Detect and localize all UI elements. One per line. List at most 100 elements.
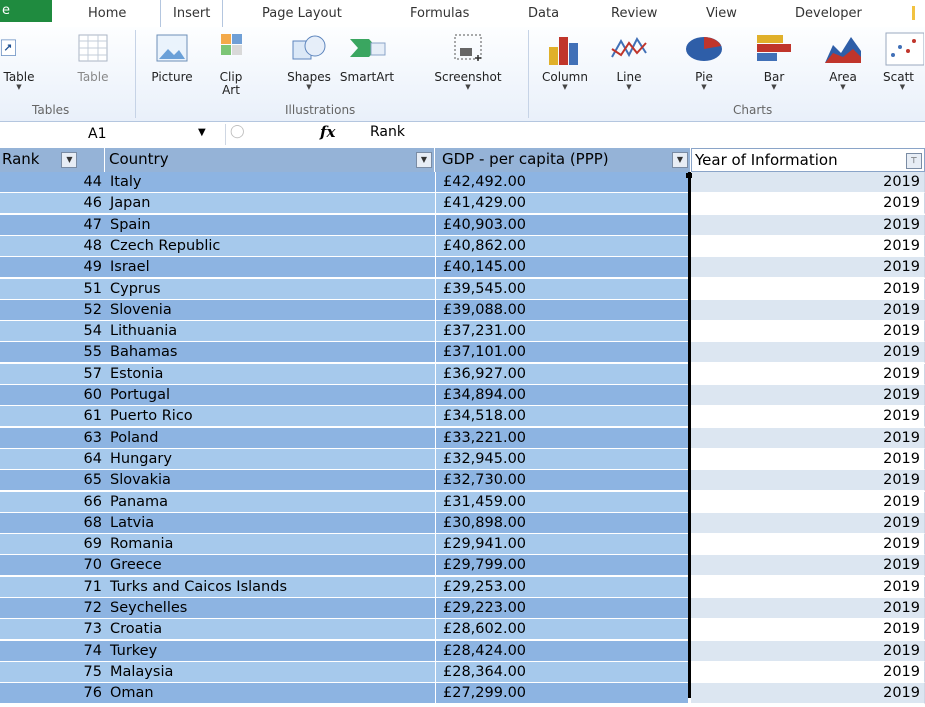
table-row[interactable]: 75 Malaysia £28,364.00 2019 (0, 661, 925, 683)
cell-year[interactable]: 2019 (691, 214, 925, 236)
cell-rank[interactable]: 48 (0, 235, 106, 257)
cell-year[interactable]: 2019 (691, 257, 925, 279)
cell-rank[interactable]: 74 (0, 640, 106, 662)
name-box[interactable]: A1 ▼ (0, 124, 226, 145)
table-row[interactable]: 64 Hungary £32,945.00 2019 (0, 448, 925, 470)
cell-year[interactable]: 2019 (691, 172, 925, 193)
cell-year[interactable]: 2019 (691, 661, 925, 683)
cell-country[interactable]: Czech Republic (106, 235, 436, 257)
cell-rank[interactable]: 68 (0, 512, 106, 534)
header-year[interactable]: Year of Information ⊤ (691, 148, 925, 172)
cell-country[interactable]: Croatia (106, 619, 436, 641)
cell-rank[interactable]: 69 (0, 534, 106, 556)
table-row[interactable]: 54 Lithuania £37,231.00 2019 (0, 321, 925, 343)
table-row[interactable]: 74 Turkey £28,424.00 2019 (0, 640, 925, 662)
cell-country[interactable]: Lithuania (106, 321, 436, 343)
pie-chart-button[interactable]: Pie ▼ (678, 31, 730, 91)
chevron-down-icon[interactable]: ▼ (198, 127, 206, 138)
tab-view[interactable]: View (706, 6, 737, 21)
cell-gdp[interactable]: £42,492.00 (435, 172, 688, 193)
table-row[interactable]: 63 Poland £33,221.00 2019 (0, 427, 925, 449)
filter-active-icon[interactable]: ⊤ (906, 153, 922, 169)
table-row[interactable]: 71 Turks and Caicos Islands £29,253.00 2019 (0, 576, 925, 598)
filter-dropdown-icon[interactable]: ▼ (672, 152, 688, 168)
table-button[interactable]: Table (67, 31, 119, 84)
cell-year[interactable]: 2019 (691, 683, 925, 705)
tab-formulas[interactable]: Formulas (410, 6, 469, 21)
cell-gdp[interactable]: £39,088.00 (435, 299, 688, 321)
table-row[interactable]: 68 Latvia £30,898.00 2019 (0, 512, 925, 534)
cell-rank[interactable]: 63 (0, 427, 106, 449)
cell-year[interactable]: 2019 (691, 427, 925, 449)
table-row[interactable]: 72 Seychelles £29,223.00 2019 (0, 598, 925, 619)
tab-insert[interactable]: Insert (160, 0, 224, 28)
cell-country[interactable]: Puerto Rico (106, 406, 436, 428)
filter-dropdown-icon[interactable]: ▼ (61, 151, 78, 168)
cell-country[interactable]: Israel (106, 257, 436, 279)
cell-rank[interactable]: 52 (0, 299, 106, 321)
cell-rank[interactable]: 65 (0, 470, 106, 492)
cell-gdp[interactable]: £28,602.00 (435, 619, 688, 641)
table-row[interactable]: 52 Slovenia £39,088.00 2019 (0, 299, 925, 321)
tab-review[interactable]: Review (611, 6, 657, 21)
cell-country[interactable]: Turkey (106, 640, 436, 662)
cell-gdp[interactable]: £40,903.00 (435, 214, 688, 236)
clip-art-button[interactable]: Clip Art (211, 31, 251, 97)
cell-gdp[interactable]: £29,253.00 (435, 576, 688, 598)
cell-gdp[interactable]: £29,941.00 (435, 534, 688, 556)
cell-year[interactable]: 2019 (691, 491, 925, 513)
cell-country[interactable]: Hungary (106, 448, 436, 470)
cell-gdp[interactable]: £33,221.00 (435, 427, 688, 449)
table-row[interactable]: 57 Estonia £36,927.00 2019 (0, 363, 925, 385)
cell-gdp[interactable]: £40,862.00 (435, 235, 688, 257)
cell-rank[interactable]: 64 (0, 448, 106, 470)
cell-country[interactable]: Seychelles (106, 598, 436, 619)
header-gdp[interactable]: GDP - per capita (PPP) ▼ (435, 148, 691, 172)
cell-year[interactable]: 2019 (691, 598, 925, 619)
smartart-button[interactable]: SmartArt (332, 31, 402, 84)
tab-file[interactable]: e (0, 0, 52, 22)
cell-rank[interactable]: 55 (0, 342, 106, 364)
cell-year[interactable]: 2019 (691, 193, 925, 215)
cell-rank[interactable]: 70 (0, 555, 106, 577)
cell-year[interactable]: 2019 (691, 576, 925, 598)
cell-rank[interactable]: 47 (0, 214, 106, 236)
cell-rank[interactable]: 73 (0, 619, 106, 641)
tab-page-layout[interactable]: Page Layout (262, 6, 342, 21)
cell-rank[interactable]: 54 (0, 321, 106, 343)
column-chart-button[interactable]: Column ▼ (536, 31, 594, 91)
cell-country[interactable]: Slovakia (106, 470, 436, 492)
selection-handle[interactable] (686, 173, 692, 178)
tab-home[interactable]: Home (88, 6, 126, 21)
cell-country[interactable]: Cyprus (106, 278, 436, 300)
cell-gdp[interactable]: £27,299.00 (435, 683, 688, 705)
cell-year[interactable]: 2019 (691, 470, 925, 492)
table-row[interactable]: 51 Cyprus £39,545.00 2019 (0, 278, 925, 300)
line-chart-button[interactable]: Line ▼ (605, 31, 653, 91)
cell-year[interactable]: 2019 (691, 619, 925, 641)
cell-gdp[interactable]: £32,945.00 (435, 448, 688, 470)
cell-country[interactable]: Slovenia (106, 299, 436, 321)
cell-rank[interactable]: 72 (0, 598, 106, 619)
scatter-chart-button[interactable]: Scatt ▼ (880, 31, 925, 90)
cell-year[interactable]: 2019 (691, 512, 925, 534)
cell-rank[interactable]: 46 (0, 193, 106, 215)
cell-rank[interactable]: 44 (0, 172, 106, 193)
cell-rank[interactable]: 76 (0, 683, 106, 705)
cell-country[interactable]: Romania (106, 534, 436, 556)
cell-gdp[interactable]: £34,894.00 (435, 385, 688, 406)
cell-country[interactable]: Latvia (106, 512, 436, 534)
cell-gdp[interactable]: £28,364.00 (435, 661, 688, 683)
cell-gdp[interactable]: £40,145.00 (435, 257, 688, 279)
cell-year[interactable]: 2019 (691, 363, 925, 385)
cell-country[interactable]: Malaysia (106, 661, 436, 683)
table-row[interactable]: 69 Romania £29,941.00 2019 (0, 534, 925, 556)
cell-country[interactable]: Bahamas (106, 342, 436, 364)
cell-year[interactable]: 2019 (691, 342, 925, 364)
shapes-button[interactable]: Shapes ▼ (281, 31, 337, 91)
table-row[interactable]: 55 Bahamas £37,101.00 2019 (0, 342, 925, 364)
table-row[interactable]: 66 Panama £31,459.00 2019 (0, 491, 925, 513)
cell-rank[interactable]: 60 (0, 385, 106, 406)
cell-country[interactable]: Turks and Caicos Islands (106, 576, 436, 598)
tab-data[interactable]: Data (528, 6, 559, 21)
